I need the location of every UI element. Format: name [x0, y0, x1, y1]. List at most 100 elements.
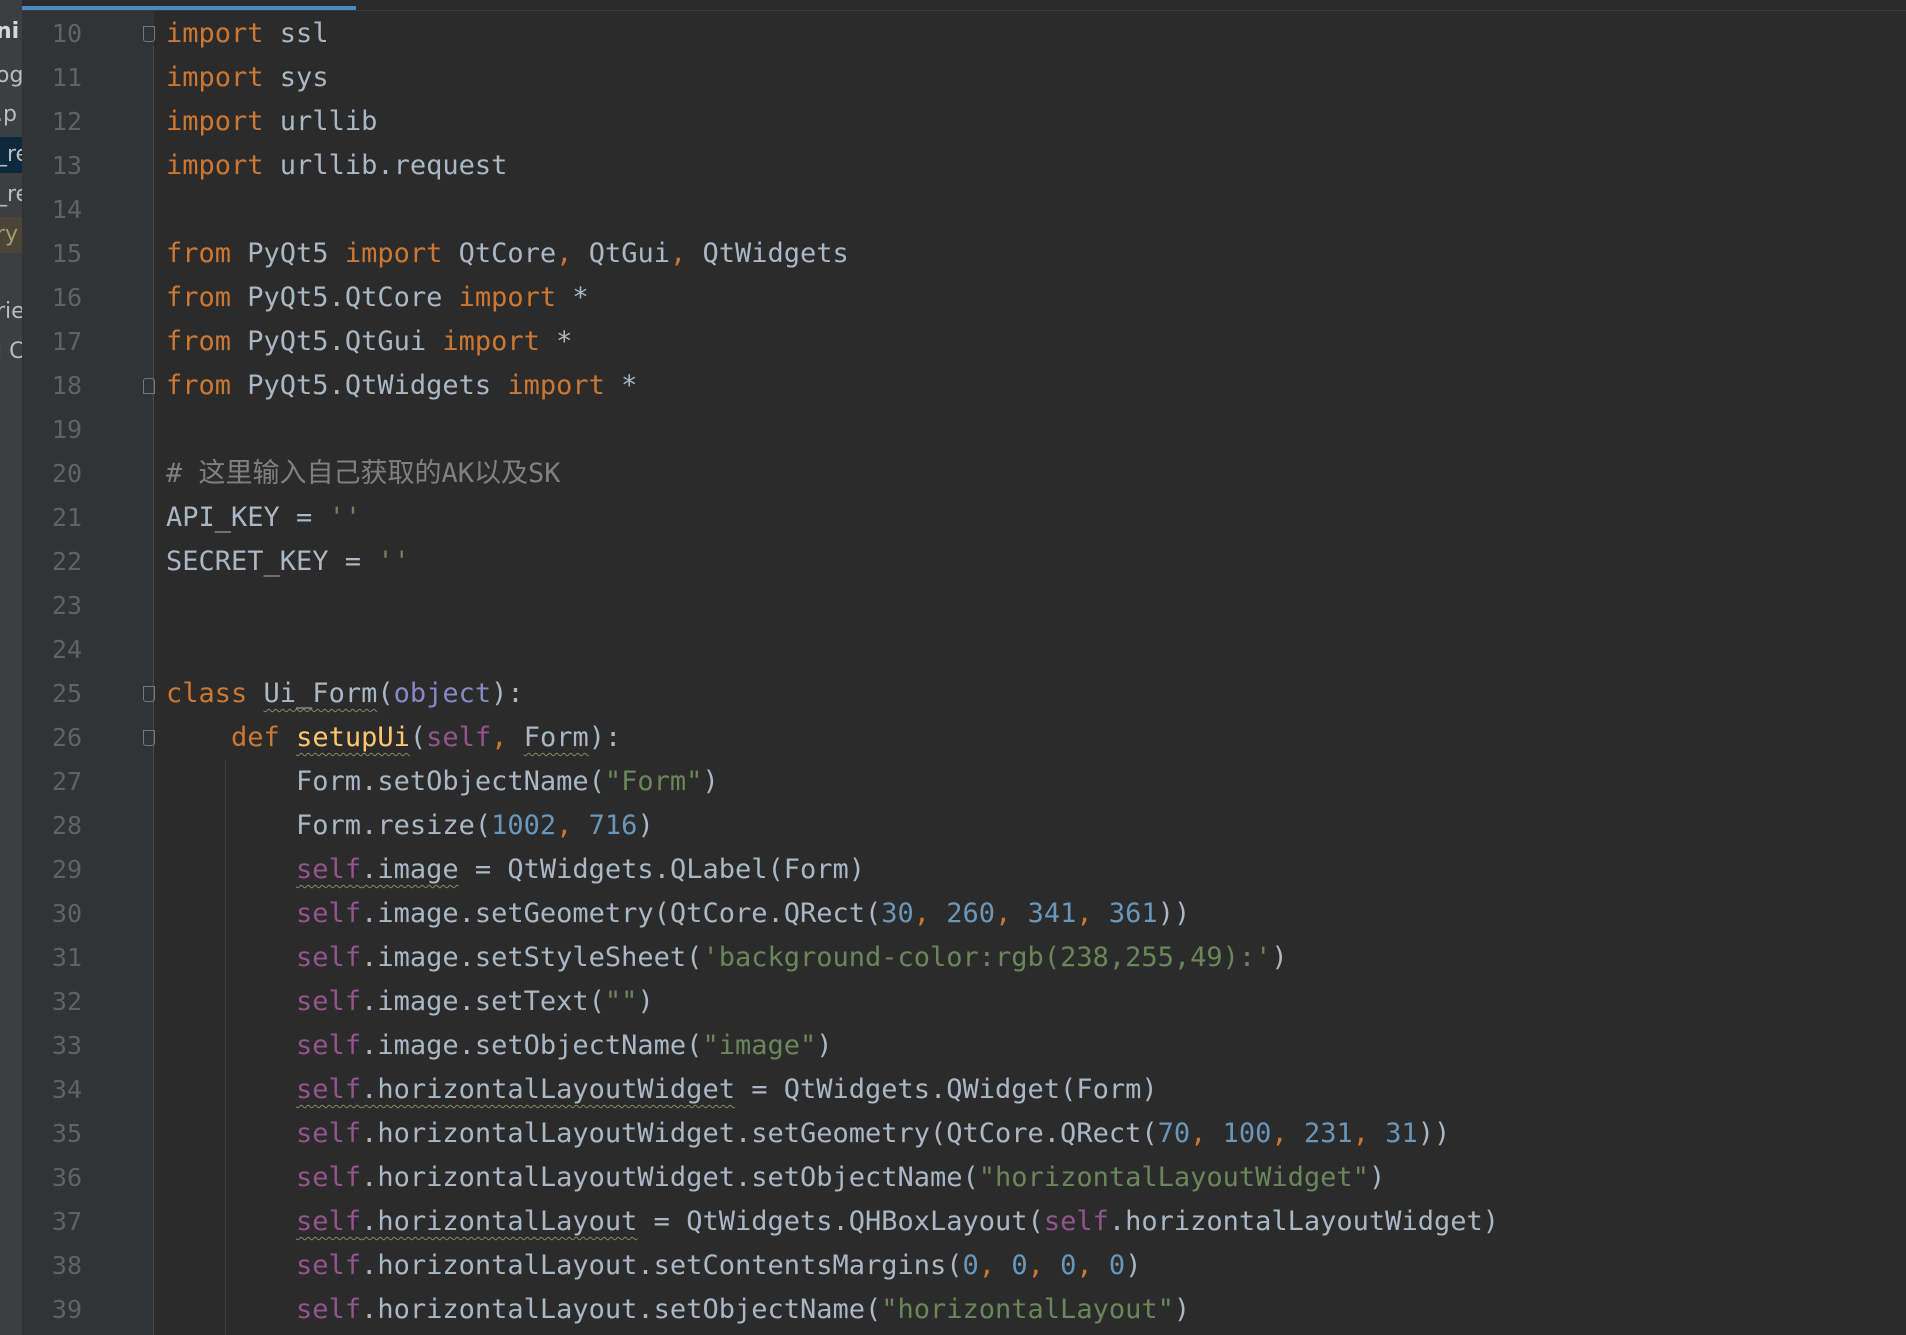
code-line[interactable]: 23	[0, 584, 1906, 628]
fold-start-icon[interactable]	[143, 686, 155, 702]
code-line[interactable]: 35 self.horizontalLayoutWidget.setGeomet…	[0, 1112, 1906, 1156]
code-line[interactable]: 19	[0, 408, 1906, 452]
code-line[interactable]: 11 import sys	[0, 56, 1906, 100]
code-token: ,	[556, 238, 573, 269]
code-text[interactable]: self.image.setStyleSheet('background-col…	[166, 936, 1288, 980]
code-line[interactable]: 30 self.image.setGeometry(QtCore.QRect(3…	[0, 892, 1906, 936]
line-number: 24	[51, 635, 82, 664]
code-token: (	[377, 678, 394, 709]
code-text[interactable]: import urllib	[166, 100, 377, 144]
code-token: ssl	[263, 18, 329, 49]
code-line[interactable]: 38 self.horizontalLayout.setContentsMarg…	[0, 1244, 1906, 1288]
code-text[interactable]: from PyQt5 import QtCore, QtGui, QtWidge…	[166, 232, 849, 276]
code-token: def	[231, 722, 280, 753]
code-text[interactable]: from PyQt5.QtCore import *	[166, 276, 589, 320]
code-line[interactable]: 31 self.image.setStyleSheet('background-…	[0, 936, 1906, 980]
code-line[interactable]: 16 from PyQt5.QtCore import *	[0, 276, 1906, 320]
line-number: 38	[51, 1251, 82, 1280]
code-line[interactable]: 18 from PyQt5.QtWidgets import *	[0, 364, 1906, 408]
code-line[interactable]: 32 self.image.setText("")	[0, 980, 1906, 1024]
code-text[interactable]: import ssl	[166, 12, 329, 56]
active-tab-indicator[interactable]	[22, 6, 356, 10]
code-text[interactable]: self.image.setObjectName("image")	[166, 1024, 832, 1068]
fold-end-icon[interactable]	[143, 378, 155, 394]
code-text[interactable]: Form.resize(1002, 716)	[166, 804, 654, 848]
code-text[interactable]: self.horizontalLayout.setObjectName("hor…	[166, 1288, 1190, 1332]
code-token: 31	[1385, 1118, 1418, 1149]
code-token: SECRET_KEY =	[166, 546, 378, 577]
code-text[interactable]: self.horizontalLayoutWidget.setGeometry(…	[166, 1112, 1450, 1156]
code-line[interactable]: 28 Form.resize(1002, 716)	[0, 804, 1906, 848]
line-number: 31	[51, 943, 82, 972]
code-line[interactable]: 20 # 这里输入自己获取的AK以及SK	[0, 452, 1906, 496]
code-text[interactable]: self.horizontalLayoutWidget.setObjectNam…	[166, 1156, 1385, 1200]
code-text[interactable]: self.horizontalLayout.setContentsMargins…	[166, 1244, 1141, 1288]
code-text[interactable]: self.image.setGeometry(QtCore.QRect(30, …	[166, 892, 1190, 936]
code-line[interactable]: 17 from PyQt5.QtGui import *	[0, 320, 1906, 364]
code-line[interactable]: 33 self.image.setObjectName("image")	[0, 1024, 1906, 1068]
code-token: .image.setText(	[361, 986, 605, 1017]
code-line[interactable]: 22 SECRET_KEY = ''	[0, 540, 1906, 584]
code-line[interactable]: 27 Form.setObjectName("Form")	[0, 760, 1906, 804]
code-text[interactable]: self.horizontalLayoutWidget = QtWidgets.…	[166, 1068, 1158, 1112]
code-line[interactable]: 13 import urllib.request	[0, 144, 1906, 188]
code-line[interactable]: 25 class Ui_Form(object):	[0, 672, 1906, 716]
fold-start-icon[interactable]	[143, 730, 155, 746]
line-number: 29	[51, 855, 82, 884]
code-text[interactable]: class Ui_Form(object):	[166, 672, 524, 716]
fold-start-icon[interactable]	[143, 26, 155, 42]
code-line[interactable]: 24	[0, 628, 1906, 672]
code-token: self	[296, 898, 362, 929]
line-number: 20	[51, 459, 82, 488]
code-line[interactable]: 37 self.horizontalLayout = QtWidgets.QHB…	[0, 1200, 1906, 1244]
code-text[interactable]: API_KEY = ''	[166, 496, 361, 540]
code-line[interactable]: 29 self.image = QtWidgets.QLabel(Form)	[0, 848, 1906, 892]
code-token: self	[296, 1118, 362, 1149]
code-text[interactable]: import urllib.request	[166, 144, 507, 188]
code-line[interactable]: 14	[0, 188, 1906, 232]
code-text[interactable]: self.horizontalLayout = QtWidgets.QHBoxL…	[166, 1200, 1499, 1244]
code-text[interactable]: SECRET_KEY = ''	[166, 540, 410, 584]
code-line[interactable]: 10 import ssl	[0, 12, 1906, 56]
code-token: PyQt5.QtCore	[231, 282, 459, 313]
code-line[interactable]: 15 from PyQt5 import QtCore, QtGui, QtWid…	[0, 232, 1906, 276]
code-line[interactable]: 36 self.horizontalLayoutWidget.setObject…	[0, 1156, 1906, 1200]
code-text[interactable]: import sys	[166, 56, 329, 100]
code-line[interactable]: 39 self.horizontalLayout.setObjectName("…	[0, 1288, 1906, 1332]
code-token: 70	[1157, 1118, 1191, 1149]
code-token: ''	[377, 546, 410, 577]
line-number: 28	[51, 811, 82, 840]
line-number: 10	[51, 19, 82, 48]
code-token: )	[1173, 1294, 1191, 1325]
code-line[interactable]: 34 self.horizontalLayoutWidget = QtWidge…	[0, 1068, 1906, 1112]
code-text[interactable]: from PyQt5.QtGui import *	[166, 320, 572, 364]
code-token: .horizontalLayout.setContentsMargins(	[361, 1250, 963, 1281]
code-token: QtCore	[442, 238, 557, 269]
code-token: self	[426, 722, 492, 753]
code-text[interactable]: # 这里输入自己获取的AK以及SK	[166, 452, 561, 496]
code-line[interactable]: 26 def setupUi(self, Form):	[0, 716, 1906, 760]
code-token: .image	[361, 854, 459, 885]
code-token: )	[702, 766, 719, 797]
line-number: 17	[51, 327, 82, 356]
code-token: 30	[881, 898, 914, 929]
code-text[interactable]: self.image = QtWidgets.QLabel(Form)	[166, 848, 865, 892]
code-token: .image.setGeometry(QtCore.QRect(	[361, 898, 882, 929]
code-text[interactable]: def setupUi(self, Form):	[166, 716, 621, 760]
code-line[interactable]: 12 import urllib	[0, 100, 1906, 144]
code-text[interactable]: from PyQt5.QtWidgets import *	[166, 364, 637, 408]
code-text[interactable]: self.image.setText("")	[166, 980, 654, 1024]
code-token: self	[296, 1294, 362, 1325]
code-text[interactable]: Form.setObjectName("Form")	[166, 760, 719, 804]
code-line[interactable]: 21 API_KEY = ''	[0, 496, 1906, 540]
code-token: .horizontalLayoutWidget.setGeometry(QtCo…	[361, 1118, 1158, 1149]
code-token: = QtWidgets.QWidget(Form)	[734, 1074, 1158, 1105]
